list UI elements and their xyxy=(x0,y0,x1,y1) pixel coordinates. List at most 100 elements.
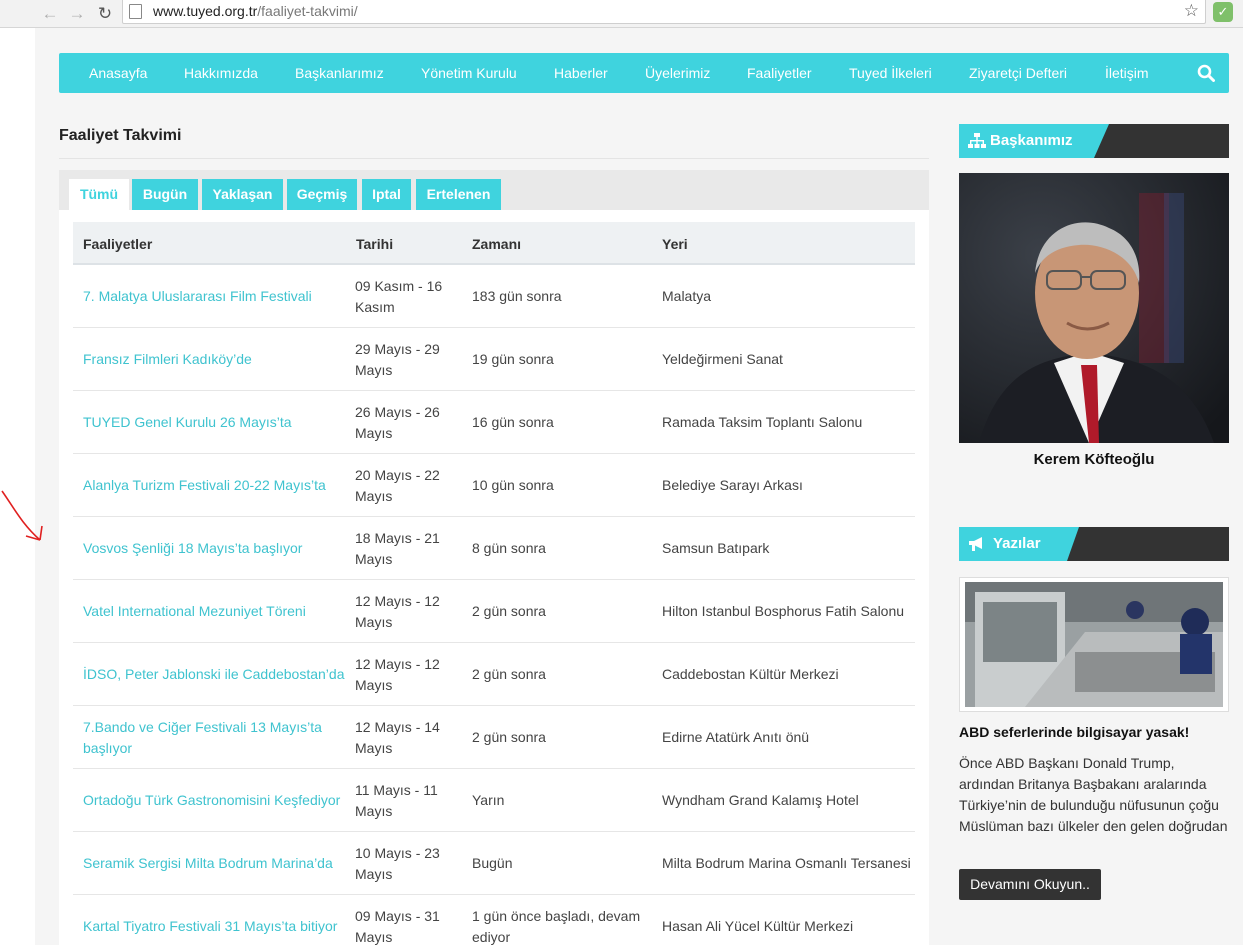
nav-item-yonetim-kurulu[interactable]: Yönetim Kurulu xyxy=(421,65,517,81)
event-time: 2 gün sonra xyxy=(472,603,546,619)
forward-button[interactable]: → xyxy=(66,3,88,25)
table-row: Vatel International Mezuniyet Töreni 12 M… xyxy=(73,580,915,643)
table-row: Kartal Tiyatro Festivali 31 Mayıs’ta bit… xyxy=(73,895,915,945)
event-name-link[interactable]: Vatel International Mezuniyet Töreni xyxy=(83,601,351,622)
table-row: Fransız Filmleri Kadıköy’de 29 Mayıs - 29… xyxy=(73,328,915,391)
reload-icon[interactable]: ↻ xyxy=(94,3,116,25)
event-date: 09 Mayıs - 31 Mayıs xyxy=(355,908,440,945)
table-header: Faaliyetler Tarihi Zamanı Yeri xyxy=(73,222,915,265)
event-date: 10 Mayıs - 23 Mayıs xyxy=(355,845,440,882)
page-icon xyxy=(129,4,142,19)
table-row: 7. Malatya Uluslararası Film Festivali 09… xyxy=(73,265,915,328)
event-name-link[interactable]: 7.Bando ve Ciğer Festivali 13 Mayıs’ta b… xyxy=(83,717,351,759)
event-date: 18 Mayıs - 21 Mayıs xyxy=(355,530,440,567)
nav-item-anasayfa[interactable]: Anasayfa xyxy=(89,65,147,81)
tab-iptal[interactable]: Iptal xyxy=(362,179,411,210)
tab-tumu[interactable]: Tümü xyxy=(69,179,129,210)
event-name-link[interactable]: Seramik Sergisi Milta Bodrum Marina’da xyxy=(83,853,351,874)
nav-item-uyelerimiz[interactable]: Üyelerimiz xyxy=(645,65,710,81)
event-time: 8 gün sonra xyxy=(472,540,546,556)
event-time: Yarın xyxy=(472,792,505,808)
event-place: Caddebostan Kültür Merkezi xyxy=(662,666,839,682)
event-date: 12 Mayıs - 12 Mayıs xyxy=(355,656,440,693)
event-place: Milta Bodrum Marina Osmanlı Tersanesi xyxy=(662,855,911,871)
event-date: 29 Mayıs - 29 Mayıs xyxy=(355,341,440,378)
event-time: Bugün xyxy=(472,855,513,871)
event-date: 26 Mayıs - 26 Mayıs xyxy=(355,404,440,441)
nav-item-ziyaretci-defteri[interactable]: Ziyaretçi Defteri xyxy=(969,65,1067,81)
tab-bugun[interactable]: Bugün xyxy=(132,179,198,210)
read-more-button[interactable]: Devamını Okuyun.. xyxy=(959,869,1101,900)
page-title: Faaliyet Takvimi xyxy=(59,127,182,144)
president-photo xyxy=(959,173,1229,443)
event-time: 16 gün sonra xyxy=(472,414,554,430)
posts-heading: Yazılar xyxy=(993,535,1041,552)
table-row: 7.Bando ve Ciğer Festivali 13 Mayıs’ta b… xyxy=(73,706,915,769)
org-chart-icon xyxy=(968,133,986,148)
president-header: Başkanımız xyxy=(959,124,1229,158)
table-row: Seramik Sergisi Milta Bodrum Marina’da 10… xyxy=(73,832,915,895)
url-text: www.tuyed.org.tr/faaliyet-takvimi/ xyxy=(153,3,358,19)
event-date: 12 Mayıs - 12 Mayıs xyxy=(355,593,440,630)
event-time: 10 gün sonra xyxy=(472,477,554,493)
event-place: Samsun Batıpark xyxy=(662,540,770,556)
table-row: Vosvos Şenliği 18 Mayıs’ta başlıyor 18 Ma… xyxy=(73,517,915,580)
president-heading: Başkanımız xyxy=(990,132,1073,149)
nav-item-hakkimizda[interactable]: Hakkımızda xyxy=(184,65,258,81)
event-place: Edirne Atatürk Anıtı önü xyxy=(662,729,810,745)
tab-yaklasan[interactable]: Yaklaşan xyxy=(202,179,283,210)
browser-toolbar: ← → ↻ www.tuyed.org.tr/faaliyet-takvimi/… xyxy=(0,0,1243,28)
bookmark-star-icon[interactable]: ☆ xyxy=(1184,1,1199,21)
event-place: Yeldeğirmeni Sanat xyxy=(662,351,783,367)
event-place: Malatya xyxy=(662,288,712,304)
tab-ertelenen[interactable]: Ertelenen xyxy=(416,179,501,210)
address-bar[interactable]: www.tuyed.org.tr/faaliyet-takvimi/ ☆ xyxy=(122,0,1206,24)
event-date: 11 Mayıs - 11 Mayıs xyxy=(355,782,438,819)
nav-item-faaliyetler[interactable]: Faaliyetler xyxy=(747,65,812,81)
table-row: Ortadoğu Türk Gastronomisini Keşfediyor 1… xyxy=(73,769,915,832)
event-place: Belediye Sarayı Arkası xyxy=(662,477,803,493)
nav-item-baskanlarimiz[interactable]: Başkanlarımız xyxy=(295,65,384,81)
tab-gecmis[interactable]: Geçmiş xyxy=(287,179,357,210)
header-tarihi[interactable]: Tarihi xyxy=(356,236,393,252)
table-row: Alanlya Turizm Festivali 20-22 Mayıs’ta 2… xyxy=(73,454,915,517)
event-time: 2 gün sonra xyxy=(472,729,546,745)
extension-icon[interactable]: ✓ xyxy=(1213,2,1233,22)
event-date: 12 Mayıs - 14 Mayıs xyxy=(355,719,440,756)
event-name-link[interactable]: Fransız Filmleri Kadıköy’de xyxy=(83,349,351,370)
header-yeri[interactable]: Yeri xyxy=(662,236,688,252)
nav-item-haberler[interactable]: Haberler xyxy=(554,65,608,81)
event-time: 2 gün sonra xyxy=(472,666,546,682)
post-image[interactable] xyxy=(965,582,1223,707)
post-title[interactable]: ABD seferlerinde bilgisayar yasak! xyxy=(959,724,1189,740)
red-arrow-annotation xyxy=(1,490,43,541)
event-date: 20 Mayıs - 22 Mayıs xyxy=(355,467,440,504)
event-place: Wyndham Grand Kalamış Hotel xyxy=(662,792,859,808)
president-name: Kerem Köfteoğlu xyxy=(1033,451,1155,468)
event-time: 19 gün sonra xyxy=(472,351,554,367)
header-faaliyetler[interactable]: Faaliyetler xyxy=(83,236,152,252)
event-name-link[interactable]: TUYED Genel Kurulu 26 Mayıs’ta xyxy=(83,412,351,433)
page-gutter xyxy=(0,28,35,945)
event-name-link[interactable]: Kartal Tiyatro Festivali 31 Mayıs’ta bit… xyxy=(83,916,351,937)
event-name-link[interactable]: Ortadoğu Türk Gastronomisini Keşfediyor xyxy=(83,790,351,811)
event-place: Ramada Taksim Toplantı Salonu xyxy=(662,414,863,430)
nav-item-tuyed-ilkeleri[interactable]: Tuyed İlkeleri xyxy=(849,65,932,81)
megaphone-icon xyxy=(969,537,982,551)
event-name-link[interactable]: 7. Malatya Uluslararası Film Festivali xyxy=(83,286,351,307)
header-zamani[interactable]: Zamanı xyxy=(472,236,521,252)
post-excerpt: Önce ABD Başkanı Donald Trump, ardından … xyxy=(959,755,1228,834)
table-row: TUYED Genel Kurulu 26 Mayıs’ta 26 Mayıs -… xyxy=(73,391,915,454)
event-place: Hasan Ali Yücel Kültür Merkezi xyxy=(662,918,854,934)
event-name-link[interactable]: İDSO, Peter Jablonski ile Caddebostan’da xyxy=(83,664,351,685)
event-time: 183 gün sonra xyxy=(472,288,562,304)
search-icon[interactable] xyxy=(1197,64,1215,82)
table-row: İDSO, Peter Jablonski ile Caddebostan’da… xyxy=(73,643,915,706)
nav-item-iletisim[interactable]: İletişim xyxy=(1105,65,1149,81)
event-place: Hilton Istanbul Bosphorus Fatih Salonu xyxy=(662,603,905,619)
title-divider xyxy=(59,158,929,159)
event-name-link[interactable]: Alanlya Turizm Festivali 20-22 Mayıs’ta xyxy=(83,475,351,496)
back-button[interactable]: ← xyxy=(39,3,61,25)
event-time: 1 gün önce başladı, devam ediyor xyxy=(472,908,641,945)
event-name-link[interactable]: Vosvos Şenliği 18 Mayıs’ta başlıyor xyxy=(83,538,351,559)
